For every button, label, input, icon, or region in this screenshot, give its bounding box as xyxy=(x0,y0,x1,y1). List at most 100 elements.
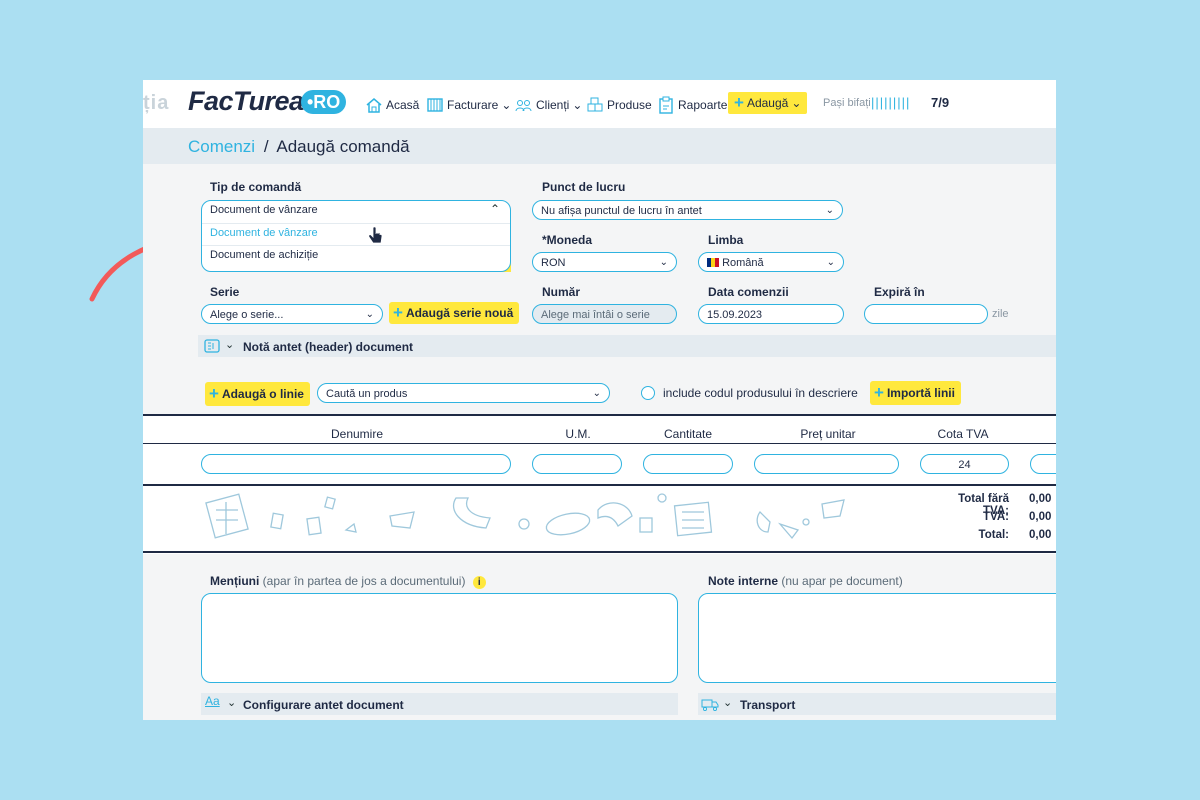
workpoint-label: Punct de lucru xyxy=(542,180,626,194)
col-denumire: Denumire xyxy=(330,427,384,441)
table-header-border xyxy=(143,443,1056,444)
breadcrumb-parent-link[interactable]: Comenzi xyxy=(188,137,255,156)
language-select[interactable]: Română ⌄ xyxy=(698,252,844,272)
chevron-down-icon: ⌄ xyxy=(826,257,835,268)
info-icon[interactable]: i xyxy=(472,576,486,589)
row-pret-input[interactable] xyxy=(754,454,899,474)
chevron-down-icon: ⌄ xyxy=(723,697,733,709)
truck-icon xyxy=(701,699,719,711)
row-next-input[interactable] xyxy=(1030,454,1056,474)
language-value: Română xyxy=(722,257,764,269)
breadcrumb: Comenzi / Adaugă comandă xyxy=(188,137,410,157)
transport-label: Transport xyxy=(740,698,796,712)
plus-icon: + xyxy=(209,384,219,403)
nav-rapoarte[interactable]: Rapoarte xyxy=(657,96,727,114)
vat-label: TVA: xyxy=(983,511,1009,523)
total-label: Total: xyxy=(978,529,1009,541)
nav-clienti-label: Clienți xyxy=(536,98,570,112)
nav-produse[interactable]: Produse xyxy=(586,96,652,114)
plus-icon: + xyxy=(734,93,744,112)
steps-progress-bars: ||||||||| xyxy=(871,95,911,110)
number-label: Număr xyxy=(542,285,581,299)
expires-days-field[interactable] xyxy=(864,304,988,324)
include-code-label: include codul produsului în descriere xyxy=(663,386,858,400)
col-pret-unitar: Preț unitar xyxy=(800,427,856,441)
col-cota-tva: Cota TVA xyxy=(937,427,989,441)
number-field[interactable]: Alege mai întâi o serie xyxy=(532,304,677,324)
order-type-selected: Document de vânzare xyxy=(210,204,318,216)
add-menu-button[interactable]: + Adaugă ⌄ xyxy=(728,92,808,114)
row-denumire-input[interactable] xyxy=(201,454,511,474)
mentions-label: Mențiuni xyxy=(210,574,260,588)
table-row-border xyxy=(143,484,1056,486)
app-screenshot: ția FacTurează •RO Acasă Facturare ⌄ Cli… xyxy=(143,80,1056,720)
nav-rapoarte-label: Rapoarte xyxy=(678,98,728,112)
order-type-dropdown[interactable]: Document de vânzare ⌃ Document de vânzar… xyxy=(201,200,511,272)
chevron-down-icon: ⌄ xyxy=(791,96,802,110)
add-series-label: Adaugă serie nouă xyxy=(405,306,514,320)
decorative-doodles-icon xyxy=(205,493,845,540)
document-header-icon xyxy=(204,339,220,353)
nav-produse-label: Produse xyxy=(607,98,652,112)
expires-label: Expiră în xyxy=(874,285,925,299)
currency-label: *Moneda xyxy=(542,233,593,247)
import-lines-button[interactable]: + Importă linii xyxy=(870,381,961,405)
workpoint-select[interactable]: Nu afișa punctul de lucru în antet ⌄ xyxy=(532,200,843,220)
add-line-label: Adaugă o linie xyxy=(221,387,304,401)
dropdown-divider xyxy=(202,245,510,246)
chevron-down-icon: ⌄ xyxy=(501,98,512,112)
plus-icon: + xyxy=(874,383,884,402)
order-type-option-purchase[interactable]: Document de achiziție xyxy=(210,249,318,261)
nav-facturare-label: Facturare xyxy=(447,98,499,112)
currency-value: RON xyxy=(541,257,566,269)
chevron-down-icon: ⌄ xyxy=(227,697,237,709)
row-um-input[interactable] xyxy=(532,454,622,474)
users-icon xyxy=(515,100,532,112)
series-label: Serie xyxy=(210,285,240,299)
hand-cursor-icon xyxy=(368,227,383,244)
row-cantitate-input[interactable] xyxy=(643,454,733,474)
boxes-icon xyxy=(587,97,603,112)
currency-select[interactable]: RON ⌄ xyxy=(532,252,677,272)
home-icon xyxy=(366,98,382,113)
total-value: 0,00 xyxy=(1029,529,1052,541)
internal-notes-textarea[interactable] xyxy=(698,593,1056,683)
mentions-hint: (apar în partea de jos a documentului) xyxy=(262,574,466,588)
nav-acasa[interactable]: Acasă xyxy=(365,96,419,114)
mentions-textarea[interactable] xyxy=(201,593,678,683)
add-series-button[interactable]: + Adaugă serie nouă xyxy=(389,302,520,324)
header-note-label: Notă antet (header) document xyxy=(243,340,414,354)
nav-clienti[interactable]: Clienți ⌄ xyxy=(515,96,582,114)
plus-icon: + xyxy=(393,303,403,322)
include-code-radio[interactable] xyxy=(641,386,655,400)
add-line-button[interactable]: + Adaugă o linie xyxy=(205,382,310,406)
internal-notes-label-row: Note interne (nu apar pe document) xyxy=(708,574,903,588)
mentions-label-row: Mențiuni (apar în partea de jos a docume… xyxy=(210,574,486,589)
table-top-border xyxy=(143,414,1056,416)
breadcrumb-current: Adaugă comandă xyxy=(276,137,410,156)
order-date-field[interactable]: 15.09.2023 xyxy=(698,304,844,324)
order-type-label: Tip de comandă xyxy=(210,180,302,194)
series-select[interactable]: Alege o serie... ⌄ xyxy=(201,304,383,324)
steps-count[interactable]: 7/9 xyxy=(931,95,949,110)
nav-facturare[interactable]: Facturare ⌄ xyxy=(426,96,511,114)
chevron-down-icon: ⌄ xyxy=(659,257,668,268)
col-cantitate: Cantitate xyxy=(663,427,713,441)
workpoint-value: Nu afișa punctul de lucru în antet xyxy=(541,205,702,217)
total-without-vat-value: 0,00 xyxy=(1029,493,1052,505)
order-type-option-sale[interactable]: Document de vânzare xyxy=(210,227,318,239)
vat-value: 0,00 xyxy=(1029,511,1052,523)
romania-flag-icon xyxy=(707,258,719,267)
language-label: Limba xyxy=(708,233,744,247)
clipboard-icon xyxy=(659,96,673,114)
header-config-label: Configurare antet document xyxy=(243,698,404,712)
row-cota-tva-input[interactable]: 24 xyxy=(920,454,1009,474)
chevron-down-icon: ⌄ xyxy=(592,388,601,399)
steps-label: Pași bifați xyxy=(823,97,871,109)
product-search-placeholder: Caută un produs xyxy=(326,388,408,400)
col-um: U.M. xyxy=(565,427,591,441)
product-search-select[interactable]: Caută un produs ⌄ xyxy=(317,383,610,403)
chevron-down-icon: ⌄ xyxy=(225,339,235,351)
chevron-down-icon: ⌄ xyxy=(572,98,583,112)
chevron-up-icon: ⌃ xyxy=(489,202,500,216)
